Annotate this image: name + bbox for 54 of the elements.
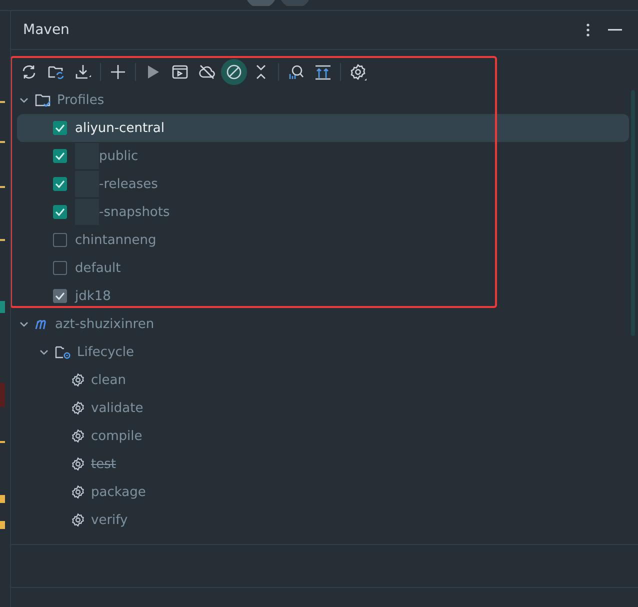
folder-check-icon <box>35 92 51 108</box>
profile-name: -snapshots <box>99 204 170 220</box>
tree-label[interactable]: Profiles <box>57 92 104 108</box>
plus-icon <box>109 63 127 81</box>
refresh-icon <box>20 63 38 81</box>
settings-icon <box>349 63 367 81</box>
more-options-icon[interactable] <box>586 23 590 37</box>
skip-toggle[interactable] <box>221 59 247 85</box>
tab-knobs-drawing <box>247 0 311 6</box>
checkbox[interactable] <box>53 261 67 275</box>
checkbox[interactable] <box>53 121 67 135</box>
chevron-icon[interactable] <box>19 95 29 105</box>
panel-title: Maven <box>23 22 70 38</box>
lifecycle-goal[interactable]: package <box>91 484 146 500</box>
chevron-icon[interactable] <box>39 347 49 357</box>
expand-icon <box>314 63 332 81</box>
gear-icon <box>71 429 85 443</box>
tree-label[interactable]: Lifecycle <box>77 344 134 360</box>
prohibited-icon <box>225 63 243 81</box>
gear-icon <box>71 457 85 471</box>
project-name[interactable]: azt-shuzixinren <box>55 316 154 332</box>
profile-name: -releases <box>99 176 158 192</box>
download-icon <box>74 63 92 81</box>
cloud-off-icon <box>198 63 216 81</box>
lifecycle-goal[interactable]: test <box>91 456 116 472</box>
checkbox[interactable] <box>53 149 67 163</box>
chevron-icon[interactable] <box>19 319 29 329</box>
profile-row[interactable]: public <box>17 142 629 170</box>
gear-icon <box>71 513 85 527</box>
checkbox[interactable] <box>53 177 67 191</box>
lifecycle-goal[interactable]: clean <box>91 372 126 388</box>
gear-icon <box>71 485 85 499</box>
lifecycle-goal[interactable]: validate <box>91 400 144 416</box>
profile-name: aliyun-central <box>75 120 164 136</box>
gear-icon <box>71 401 85 415</box>
minimize-icon[interactable] <box>608 29 622 31</box>
folder-gear-icon <box>55 344 71 360</box>
profile-name: jdk18 <box>75 288 111 304</box>
profile-name: chintanneng <box>75 232 156 248</box>
profile-row[interactable]: -snapshots <box>17 198 629 226</box>
selected-profile-row[interactable]: aliyun-central <box>17 114 629 142</box>
checkbox[interactable] <box>53 233 67 247</box>
search-icon <box>287 63 305 81</box>
profile-name: public <box>99 148 138 164</box>
profile-name: default <box>75 260 121 276</box>
checkbox[interactable] <box>53 205 67 219</box>
profile-row[interactable]: -releases <box>17 170 629 198</box>
gear-icon <box>71 373 85 387</box>
console-icon <box>171 63 189 81</box>
maven-m-icon <box>35 318 49 330</box>
profile-row[interactable]: default <box>17 254 629 282</box>
lifecycle-goal[interactable]: verify <box>91 512 128 528</box>
lifecycle-goal[interactable]: compile <box>91 428 142 444</box>
profile-row[interactable]: chintanneng <box>17 226 629 254</box>
